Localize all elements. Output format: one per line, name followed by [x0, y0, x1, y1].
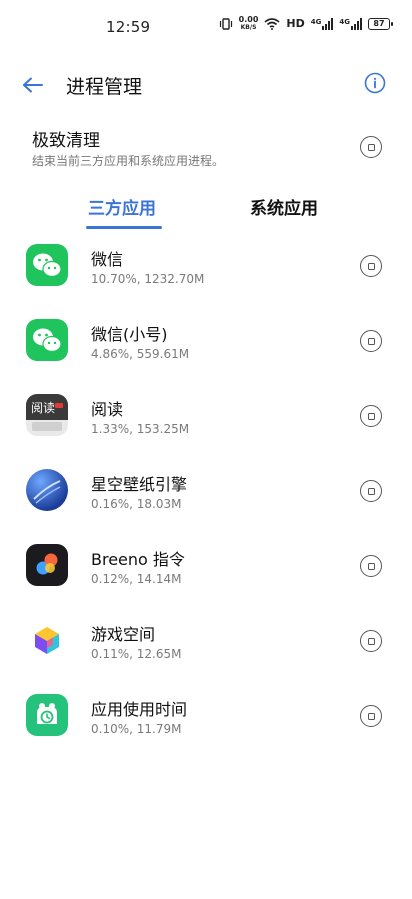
- info-icon: [364, 72, 386, 94]
- app-usage: 0.11%, 12.65M: [91, 647, 182, 661]
- status-bar: 12:59 0.00 KB/S HD 4G 4G 87: [0, 0, 412, 52]
- app-name: 游戏空间: [91, 625, 156, 644]
- net-speed-value: 0.00: [238, 15, 259, 24]
- status-time: 12:59: [106, 18, 151, 36]
- stop-icon: [367, 412, 375, 420]
- wechat-icon: [26, 319, 68, 361]
- app-usage-time-icon: [26, 694, 68, 736]
- stop-icon: [367, 712, 375, 720]
- deep-clean-description: 结束当前三方应用和系统应用进程。: [32, 154, 225, 168]
- tab-third-party-apps[interactable]: 三方应用: [88, 194, 156, 219]
- app-name: 微信(小号): [91, 325, 168, 344]
- info-button[interactable]: [364, 72, 386, 94]
- starry-wallpaper-icon: [26, 469, 68, 511]
- app-name: 微信: [91, 250, 124, 269]
- sim1-signal: 4G: [310, 17, 334, 30]
- stop-button[interactable]: [360, 555, 382, 577]
- back-arrow-icon: [23, 77, 43, 93]
- deep-clean-stop-button[interactable]: [360, 136, 382, 158]
- deep-clean-title: 极致清理: [32, 131, 100, 151]
- stop-icon: [367, 637, 375, 645]
- reader-icon-text: 阅读: [31, 401, 56, 415]
- app-name: 阅读: [91, 400, 124, 419]
- stop-button[interactable]: [360, 630, 382, 652]
- list-item[interactable]: 游戏空间 0.11%, 12.65M: [0, 607, 412, 682]
- app-usage: 4.86%, 559.61M: [91, 347, 190, 361]
- breeno-icon: [26, 544, 68, 586]
- stop-icon: [367, 562, 375, 570]
- game-space-icon: [26, 619, 68, 661]
- tab-indicator: [86, 226, 162, 229]
- sim2-signal: 4G: [339, 17, 362, 30]
- tab-system-apps[interactable]: 系统应用: [250, 194, 318, 219]
- stop-button[interactable]: [360, 330, 382, 352]
- stop-button[interactable]: [360, 705, 382, 727]
- wifi-icon: [264, 17, 280, 30]
- stop-icon: [367, 143, 375, 151]
- battery-level: 87: [373, 18, 385, 28]
- stop-icon: [367, 337, 375, 345]
- app-usage: 0.12%, 14.14M: [91, 572, 182, 586]
- stop-button[interactable]: [360, 480, 382, 502]
- status-icons: 0.00 KB/S HD 4G 4G 87: [219, 15, 393, 32]
- list-item[interactable]: 阅读 阅读 1.33%, 153.25M: [0, 382, 412, 457]
- list-item[interactable]: 微信 10.70%, 1232.70M: [0, 232, 412, 307]
- page-title: 进程管理: [66, 76, 143, 98]
- deep-clean-row: 极致清理 结束当前三方应用和系统应用进程。: [0, 118, 412, 180]
- list-item[interactable]: 星空壁纸引擎 0.16%, 18.03M: [0, 457, 412, 532]
- app-usage: 0.16%, 18.03M: [91, 497, 182, 511]
- stop-button[interactable]: [360, 405, 382, 427]
- app-name: 星空壁纸引擎: [91, 475, 188, 494]
- hd-label: HD: [286, 17, 305, 30]
- list-item[interactable]: 应用使用时间 0.10%, 11.79M: [0, 682, 412, 757]
- vibrate-icon: [219, 17, 232, 30]
- reader-icon: 阅读: [26, 394, 68, 436]
- net-speed: 0.00 KB/S: [238, 15, 259, 32]
- list-item[interactable]: Breeno 指令 0.12%, 14.14M: [0, 532, 412, 607]
- wechat-icon: [26, 244, 68, 286]
- list-item[interactable]: 微信(小号) 4.86%, 559.61M: [0, 307, 412, 382]
- stop-button[interactable]: [360, 255, 382, 277]
- app-usage: 0.10%, 11.79M: [91, 722, 182, 736]
- stop-icon: [367, 262, 375, 270]
- app-list: 微信 10.70%, 1232.70M 微信(小号) 4.86%, 559.61…: [0, 232, 412, 757]
- app-usage: 1.33%, 153.25M: [91, 422, 190, 436]
- app-name: Breeno 指令: [91, 550, 185, 569]
- header: 进程管理: [0, 64, 412, 104]
- back-button[interactable]: [18, 70, 48, 100]
- app-usage: 10.70%, 1232.70M: [91, 272, 205, 286]
- app-name: 应用使用时间: [91, 700, 188, 719]
- sim1-network-label: 4G: [310, 17, 322, 26]
- net-speed-unit: KB/S: [240, 24, 257, 31]
- stop-icon: [367, 487, 375, 495]
- tab-bar: 三方应用 系统应用: [0, 190, 412, 230]
- sim2-network-label: 4G: [339, 17, 350, 26]
- battery-icon: 87: [368, 17, 393, 30]
